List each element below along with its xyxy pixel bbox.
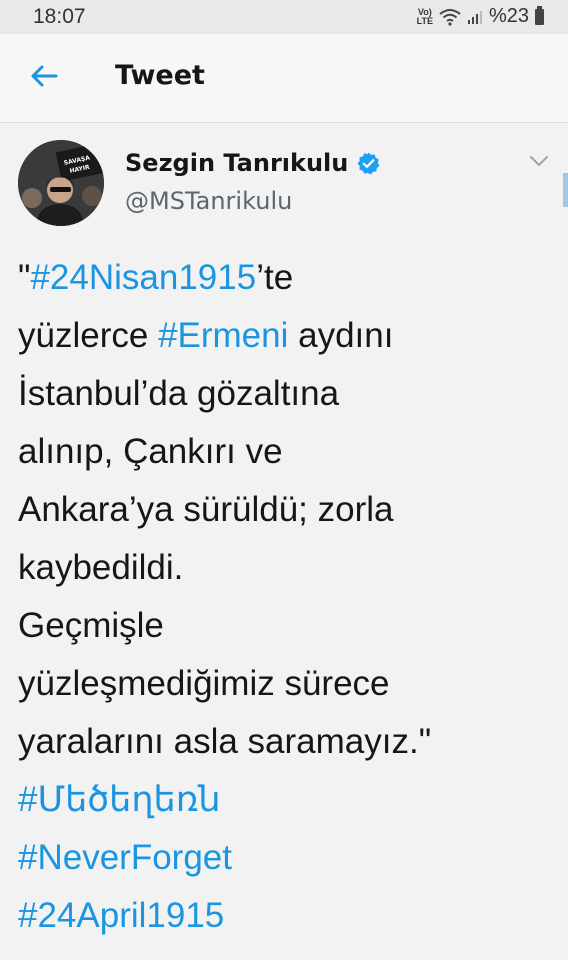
volte-indicator: Vo) LTE (416, 6, 433, 26)
tweet-line: Geçmişle (18, 606, 164, 645)
tweet-line: alınıp, Çankırı ve (18, 432, 283, 471)
back-arrow-icon[interactable] (28, 60, 60, 92)
tweet-card: SAVAŞA HAYIR Sezgin Tanrıkulu @MSTanriku… (0, 123, 568, 960)
tweet-line: "#24Nisan1915’te (18, 249, 558, 307)
hashtag-link[interactable]: #24April1915 (18, 887, 558, 945)
chevron-down-icon[interactable] (528, 153, 550, 169)
status-icons: Vo) LTE %23 (417, 5, 544, 28)
tweet-line: kaybedildi. (18, 548, 184, 587)
avatar-image: SAVAŞA HAYIR (18, 140, 104, 226)
tweet-line: yüzleşmediğimiz sürece (18, 664, 390, 703)
tweet-line: yüzlerce #Ermeni aydını (18, 307, 558, 365)
tweet-text: "#24Nisan1915’te yüzlerce #Ermeni aydını… (18, 249, 558, 945)
hashtag-link[interactable]: #Մեծեղեռն (18, 771, 558, 829)
top-app-bar: Tweet (0, 34, 568, 123)
tweet-author[interactable]: Sezgin Tanrıkulu @MSTanrikulu (125, 149, 381, 215)
battery-percentage: %23 (488, 5, 529, 27)
tweet-line: Ankara’ya sürüldü; zorla (18, 490, 394, 529)
hashtag-link[interactable]: #Ermeni (158, 316, 288, 355)
status-bar: 18:07 Vo) LTE %23 (0, 0, 568, 34)
status-time: 18:07 (33, 5, 86, 28)
tweet-line: İstanbul’da gözaltına (18, 374, 340, 413)
scroll-indicator[interactable] (563, 173, 568, 207)
page-title: Tweet (115, 60, 205, 91)
hashtag-link[interactable]: #24Nisan1915 (30, 258, 256, 297)
text-segment: aydını (288, 316, 394, 355)
author-name-row: Sezgin Tanrıkulu (125, 149, 381, 177)
battery-icon (535, 5, 544, 25)
avatar[interactable]: SAVAŞA HAYIR (18, 140, 104, 226)
author-handle: @MSTanrikulu (125, 187, 293, 215)
author-name: Sezgin Tanrıkulu (125, 149, 349, 177)
text-segment: " (18, 258, 31, 297)
tweet-line: yaralarını asla saramayız." (18, 722, 432, 761)
text-segment: yüzlerce (18, 316, 159, 355)
wifi-icon (439, 8, 461, 26)
text-segment: ’te (256, 258, 294, 297)
verified-badge-icon (357, 152, 380, 174)
hashtag-link[interactable]: #NeverForget (18, 829, 558, 887)
signal-icon (467, 10, 482, 24)
